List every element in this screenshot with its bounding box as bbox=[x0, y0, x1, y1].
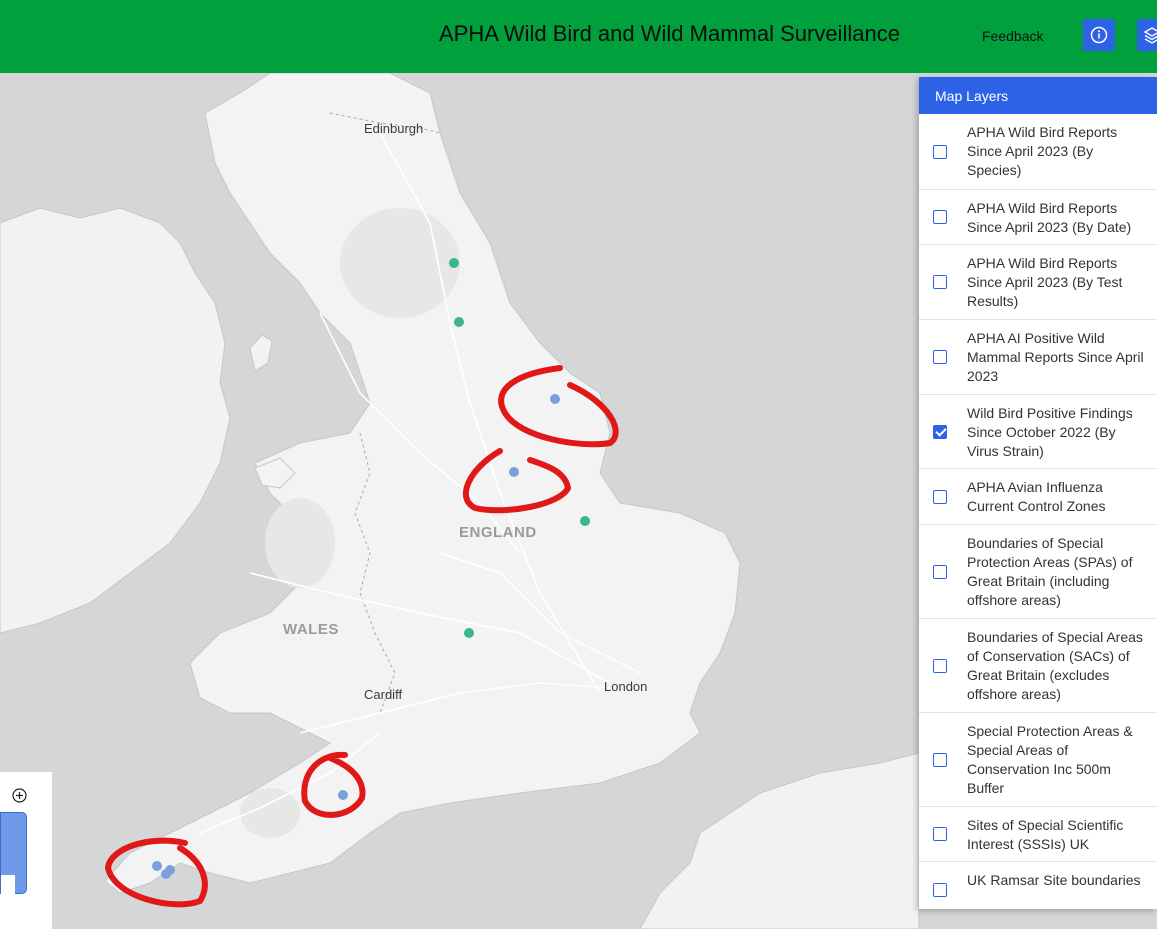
map-label-edinburgh: Edinburgh bbox=[364, 121, 424, 136]
layer-item[interactable]: Special Protection Areas & Special Areas… bbox=[919, 713, 1157, 807]
layer-label: Wild Bird Positive Findings Since Octobe… bbox=[967, 405, 1133, 459]
marker-positive bbox=[449, 258, 459, 268]
marker-positive bbox=[152, 861, 162, 871]
layer-checkbox[interactable] bbox=[933, 489, 947, 504]
layer-label: APHA Wild Bird Reports Since April 2023 … bbox=[967, 255, 1123, 309]
layer-item[interactable]: APHA Wild Bird Reports Since April 2023 … bbox=[919, 190, 1157, 245]
marker-positive bbox=[580, 516, 590, 526]
layer-label: APHA Wild Bird Reports Since April 2023 … bbox=[967, 124, 1118, 178]
page-title: APHA Wild Bird and Wild Mammal Surveilla… bbox=[439, 21, 900, 46]
layer-checkbox[interactable] bbox=[933, 564, 947, 579]
info-icon bbox=[1090, 26, 1108, 44]
layer-label: APHA AI Positive Wild Mammal Reports Sin… bbox=[967, 330, 1144, 384]
layer-label: APHA Avian Influenza Current Control Zon… bbox=[967, 479, 1106, 514]
marker-positive bbox=[509, 467, 519, 477]
layer-list: APHA Wild Bird Reports Since April 2023 … bbox=[919, 114, 1157, 909]
layer-checkbox[interactable] bbox=[933, 658, 947, 673]
layer-label: Boundaries of Special Protection Areas (… bbox=[967, 535, 1133, 608]
layer-label: UK Ramsar Site boundaries bbox=[967, 872, 1141, 888]
layers-icon bbox=[1144, 27, 1157, 44]
layer-checkbox[interactable] bbox=[933, 275, 947, 289]
map-layers-panel: Map Layers APHA Wild Bird Reports Since … bbox=[919, 77, 1157, 909]
marker-positive bbox=[338, 790, 348, 800]
layer-checkbox[interactable] bbox=[933, 752, 947, 767]
zoom-in-icon[interactable] bbox=[12, 788, 27, 803]
marker-positive bbox=[550, 394, 560, 404]
map-label-cardiff: Cardiff bbox=[364, 687, 403, 702]
layer-label: Special Protection Areas & Special Areas… bbox=[967, 723, 1133, 796]
layer-checkbox[interactable] bbox=[933, 350, 947, 364]
layer-checkbox[interactable] bbox=[933, 882, 947, 897]
layer-item[interactable]: APHA Wild Bird Reports Since April 2023 … bbox=[919, 245, 1157, 320]
layer-checkbox[interactable] bbox=[933, 210, 947, 224]
zoom-control bbox=[0, 772, 52, 929]
map-label-england: ENGLAND bbox=[459, 524, 537, 541]
layer-item[interactable]: Boundaries of Special Protection Areas (… bbox=[919, 525, 1157, 619]
layer-item[interactable]: APHA AI Positive Wild Mammal Reports Sin… bbox=[919, 320, 1157, 395]
layer-checkbox[interactable] bbox=[933, 827, 947, 841]
info-button[interactable] bbox=[1083, 19, 1115, 51]
layer-label: Sites of Special Scientific Interest (SS… bbox=[967, 817, 1124, 852]
layer-item[interactable]: UK Ramsar Site boundaries bbox=[919, 862, 1157, 909]
layer-checkbox[interactable] bbox=[933, 424, 947, 439]
map-label-london: London bbox=[604, 679, 648, 694]
layer-item[interactable]: APHA Avian Influenza Current Control Zon… bbox=[919, 469, 1157, 525]
layer-label: Boundaries of Special Areas of Conservat… bbox=[967, 629, 1143, 702]
layer-item[interactable]: APHA Wild Bird Reports Since April 2023 … bbox=[919, 114, 1157, 190]
map-label-wales: WALES bbox=[283, 621, 339, 638]
layer-item[interactable]: Sites of Special Scientific Interest (SS… bbox=[919, 807, 1157, 862]
layer-item[interactable]: Boundaries of Special Areas of Conservat… bbox=[919, 619, 1157, 713]
marker-positive bbox=[464, 628, 474, 638]
feedback-link[interactable]: Feedback bbox=[982, 28, 1043, 44]
marker-positive bbox=[454, 317, 464, 327]
layers-button[interactable] bbox=[1137, 19, 1157, 51]
layer-item[interactable]: Wild Bird Positive Findings Since Octobe… bbox=[919, 395, 1157, 469]
map-layers-title: Map Layers bbox=[919, 77, 1157, 114]
marker-positive bbox=[165, 865, 175, 875]
app-header: APHA Wild Bird and Wild Mammal Surveilla… bbox=[0, 0, 1157, 73]
layer-label: APHA Wild Bird Reports Since April 2023 … bbox=[967, 200, 1132, 235]
zoom-slider[interactable] bbox=[0, 812, 27, 894]
layer-checkbox[interactable] bbox=[933, 144, 947, 159]
